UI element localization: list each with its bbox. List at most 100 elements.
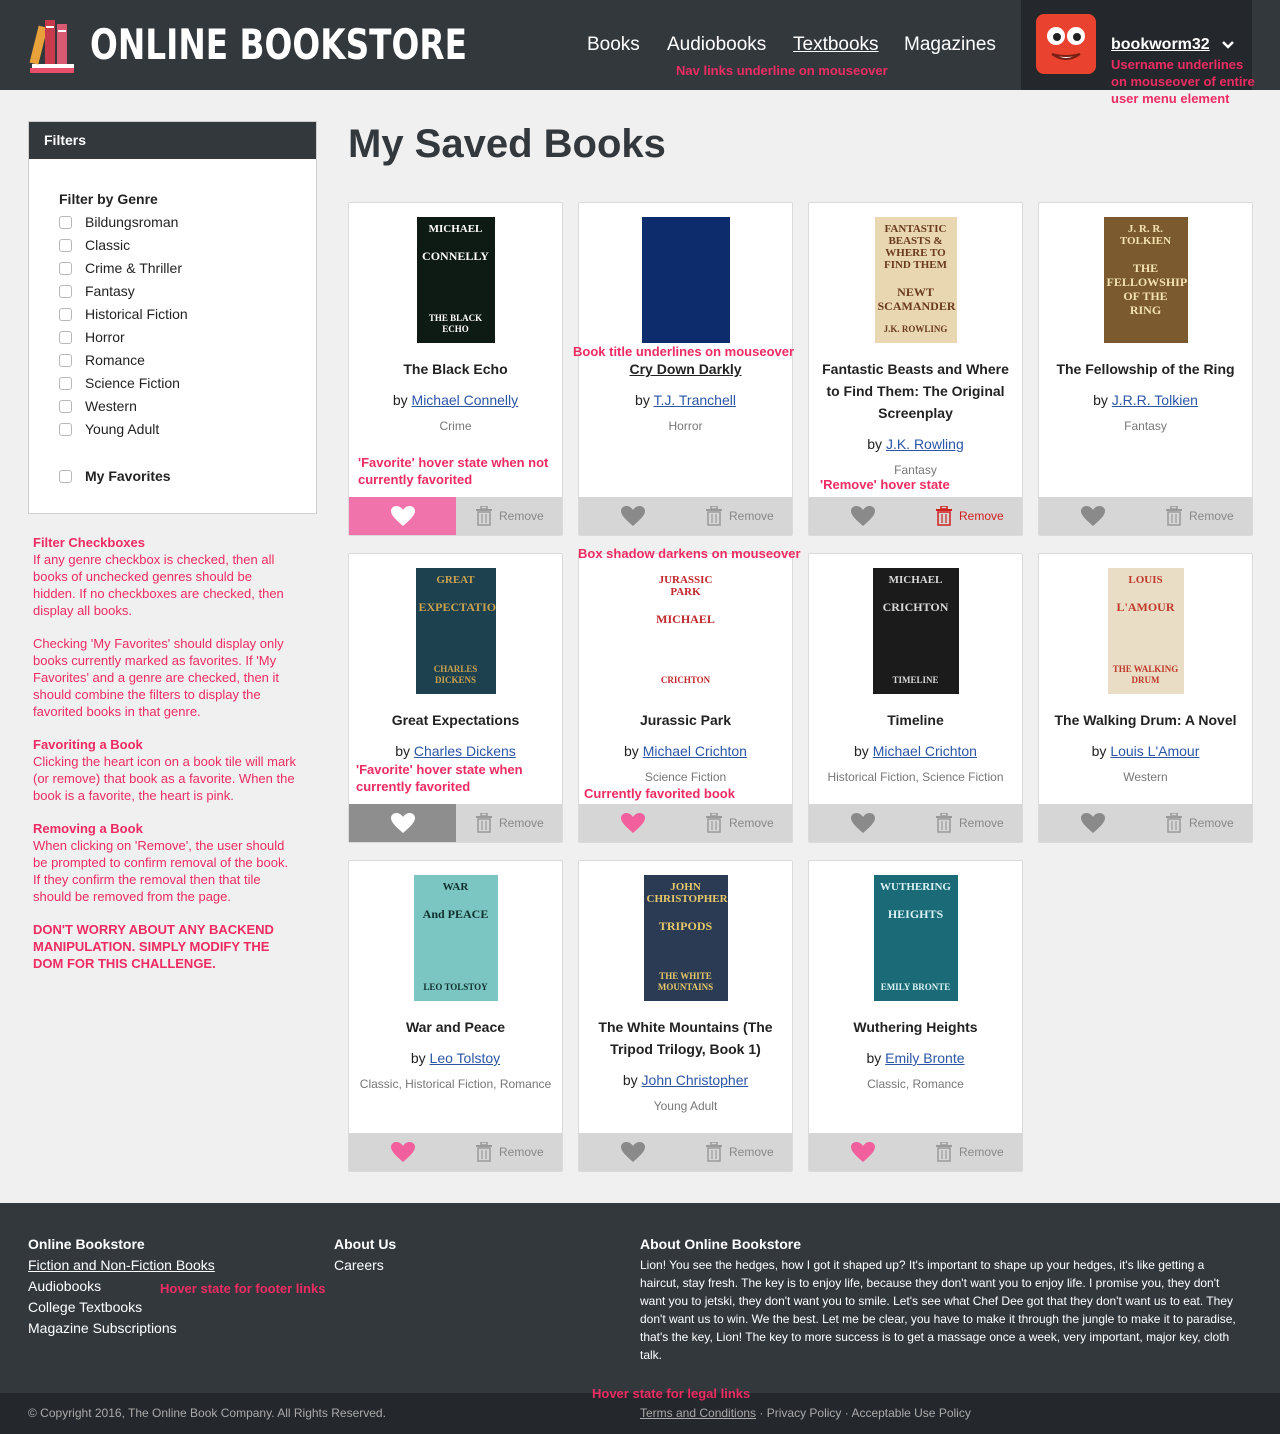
book-cover[interactable]: LOUIS L'AMOUR THE WALKING DRUM [1107,568,1184,694]
author-link[interactable]: Emily Bronte [885,1050,964,1066]
book-card[interactable]: GREAT EXPECTATIONS CHARLES DICKENS Great Ex… [348,553,563,843]
footer-link-fiction[interactable]: Fiction and Non-Fiction Books [28,1257,215,1273]
checkbox[interactable] [59,399,72,413]
author-link[interactable]: Michael Crichton [873,743,977,759]
author-link[interactable]: Charles Dickens [414,743,516,759]
favorite-button[interactable] [809,497,916,535]
filter-genre-item[interactable]: Science Fiction [59,374,180,392]
book-card[interactable]: WAR And PEACE LEO TOLSTOY War and Peace by L… [348,860,563,1172]
book-title[interactable]: Great Expectations [359,709,552,731]
favorite-button[interactable] [349,804,456,842]
book-title[interactable]: Timeline [819,709,1012,731]
nav-books[interactable]: Books [587,34,640,56]
favorite-button[interactable] [349,497,456,535]
filter-genre-item[interactable]: Crime & Thriller [59,259,182,277]
footer-link-magazines[interactable]: Magazine Subscriptions [28,1320,177,1336]
footer-link-careers[interactable]: Careers [334,1257,384,1273]
author-link[interactable]: Leo Tolstoy [430,1050,501,1066]
filter-genre-item[interactable]: Historical Fiction [59,305,188,323]
favorite-button[interactable] [349,1133,456,1171]
remove-button[interactable]: Remove [456,1133,563,1171]
book-title[interactable]: Cry Down Darkly [589,358,782,380]
book-cover[interactable]: WUTHERING HEIGHTS EMILY BRONTE [873,875,958,1001]
author-link[interactable]: Michael Connelly [412,392,519,408]
book-cover[interactable] [641,217,730,343]
remove-button[interactable]: Remove [1146,804,1253,842]
book-title[interactable]: Jurassic Park [589,709,782,731]
checkbox[interactable] [59,469,72,483]
legal-link-privacy[interactable]: Privacy Policy [767,1406,842,1420]
author-link[interactable]: J.R.R. Tolkien [1112,392,1198,408]
filter-genre-item[interactable]: Bildungsroman [59,213,178,231]
book-cover[interactable]: MICHAEL CONNELLY THE BLACK ECHO [416,217,495,343]
checkbox[interactable] [59,353,72,367]
book-title[interactable]: The Fellowship of the Ring [1049,358,1242,380]
remove-button[interactable]: Remove [686,1133,793,1171]
book-cover[interactable]: MICHAEL CRICHTON TIMELINE [872,568,959,694]
footer-link-textbooks[interactable]: College Textbooks [28,1299,142,1315]
book-card[interactable]: J. R. R. TOLKIEN THE FELLOWSHIP OF THE RI… [1038,202,1253,536]
book-title[interactable]: The Black Echo [359,358,552,380]
favorite-button[interactable] [809,804,916,842]
book-cover[interactable]: FANTASTIC BEASTS & WHERE TO FIND THEM NEW… [874,217,957,343]
checkbox[interactable] [59,215,72,229]
favorite-button[interactable] [809,1133,916,1171]
book-title[interactable]: War and Peace [359,1016,552,1038]
author-link[interactable]: John Christopher [642,1072,749,1088]
username[interactable]: bookworm32 [1111,36,1210,54]
remove-button[interactable]: Remove [916,804,1023,842]
checkbox[interactable] [59,284,72,298]
site-logo-text[interactable]: ONLINE BOOKSTORE [90,20,467,70]
filter-genre-item[interactable]: Young Adult [59,420,159,438]
favorite-button[interactable] [1039,804,1146,842]
checkbox[interactable] [59,307,72,321]
book-title[interactable]: The White Mountains (The Tripod Trilogy,… [589,1016,782,1060]
favorite-button[interactable] [579,497,686,535]
favorite-button[interactable] [579,804,686,842]
author-link[interactable]: J.K. Rowling [886,436,964,452]
book-cover[interactable]: J. R. R. TOLKIEN THE FELLOWSHIP OF THE RI… [1103,217,1188,343]
book-card[interactable]: WUTHERING HEIGHTS EMILY BRONTE Wuthering He… [808,860,1023,1172]
legal-link-aup[interactable]: Acceptable Use Policy [851,1406,970,1420]
book-cover[interactable]: JOHN CHRISTOPHER TRIPODS THE WHITE MOUNTAI… [643,875,728,1001]
book-card[interactable]: MICHAEL CRICHTON TIMELINE Timeline by Michae… [808,553,1023,843]
book-cover[interactable]: WAR And PEACE LEO TOLSTOY [413,875,498,1001]
book-cover[interactable]: JURASSIC PARK MICHAEL CRICHTON [640,568,731,694]
checkbox[interactable] [59,422,72,436]
remove-button[interactable]: Remove [916,1133,1023,1171]
nav-magazines[interactable]: Magazines [904,34,996,56]
checkbox[interactable] [59,261,72,275]
book-card[interactable]: JOHN CHRISTOPHER TRIPODS THE WHITE MOUNTAI… [578,860,793,1172]
remove-button[interactable]: Remove [916,497,1023,535]
checkbox[interactable] [59,376,72,390]
filter-genre-item[interactable]: Classic [59,236,130,254]
remove-button[interactable]: Remove [456,497,563,535]
remove-button[interactable]: Remove [1146,497,1253,535]
filter-my-favorites[interactable]: My Favorites [59,467,171,485]
filter-genre-item[interactable]: Horror [59,328,125,346]
filter-genre-item[interactable]: Western [59,397,137,415]
author-link[interactable]: Louis L'Amour [1110,743,1199,759]
legal-link-terms[interactable]: Terms and Conditions [640,1406,756,1420]
chevron-down-icon[interactable] [1221,38,1235,52]
footer-link-audiobooks[interactable]: Audiobooks [28,1278,101,1294]
remove-button[interactable]: Remove [686,497,793,535]
filter-genre-item[interactable]: Fantasy [59,282,135,300]
author-link[interactable]: T.J. Tranchell [653,392,735,408]
favorite-button[interactable] [579,1133,686,1171]
checkbox[interactable] [59,238,72,252]
checkbox[interactable] [59,330,72,344]
favorite-button[interactable] [1039,497,1146,535]
remove-button[interactable]: Remove [456,804,563,842]
book-title[interactable]: Fantastic Beasts and Where to Find Them:… [819,358,1012,424]
book-card[interactable]: LOUIS L'AMOUR THE WALKING DRUM The Walking … [1038,553,1253,843]
nav-audiobooks[interactable]: Audiobooks [667,34,766,56]
book-title[interactable]: The Walking Drum: A Novel [1049,709,1242,731]
filter-genre-item[interactable]: Romance [59,351,145,369]
nav-textbooks[interactable]: Textbooks [793,34,879,56]
author-link[interactable]: Michael Crichton [643,743,747,759]
books-logo-icon[interactable] [28,14,76,74]
book-title[interactable]: Wuthering Heights [819,1016,1012,1038]
remove-button[interactable]: Remove [686,804,793,842]
book-cover[interactable]: GREAT EXPECTATIONS CHARLES DICKENS [415,568,496,694]
